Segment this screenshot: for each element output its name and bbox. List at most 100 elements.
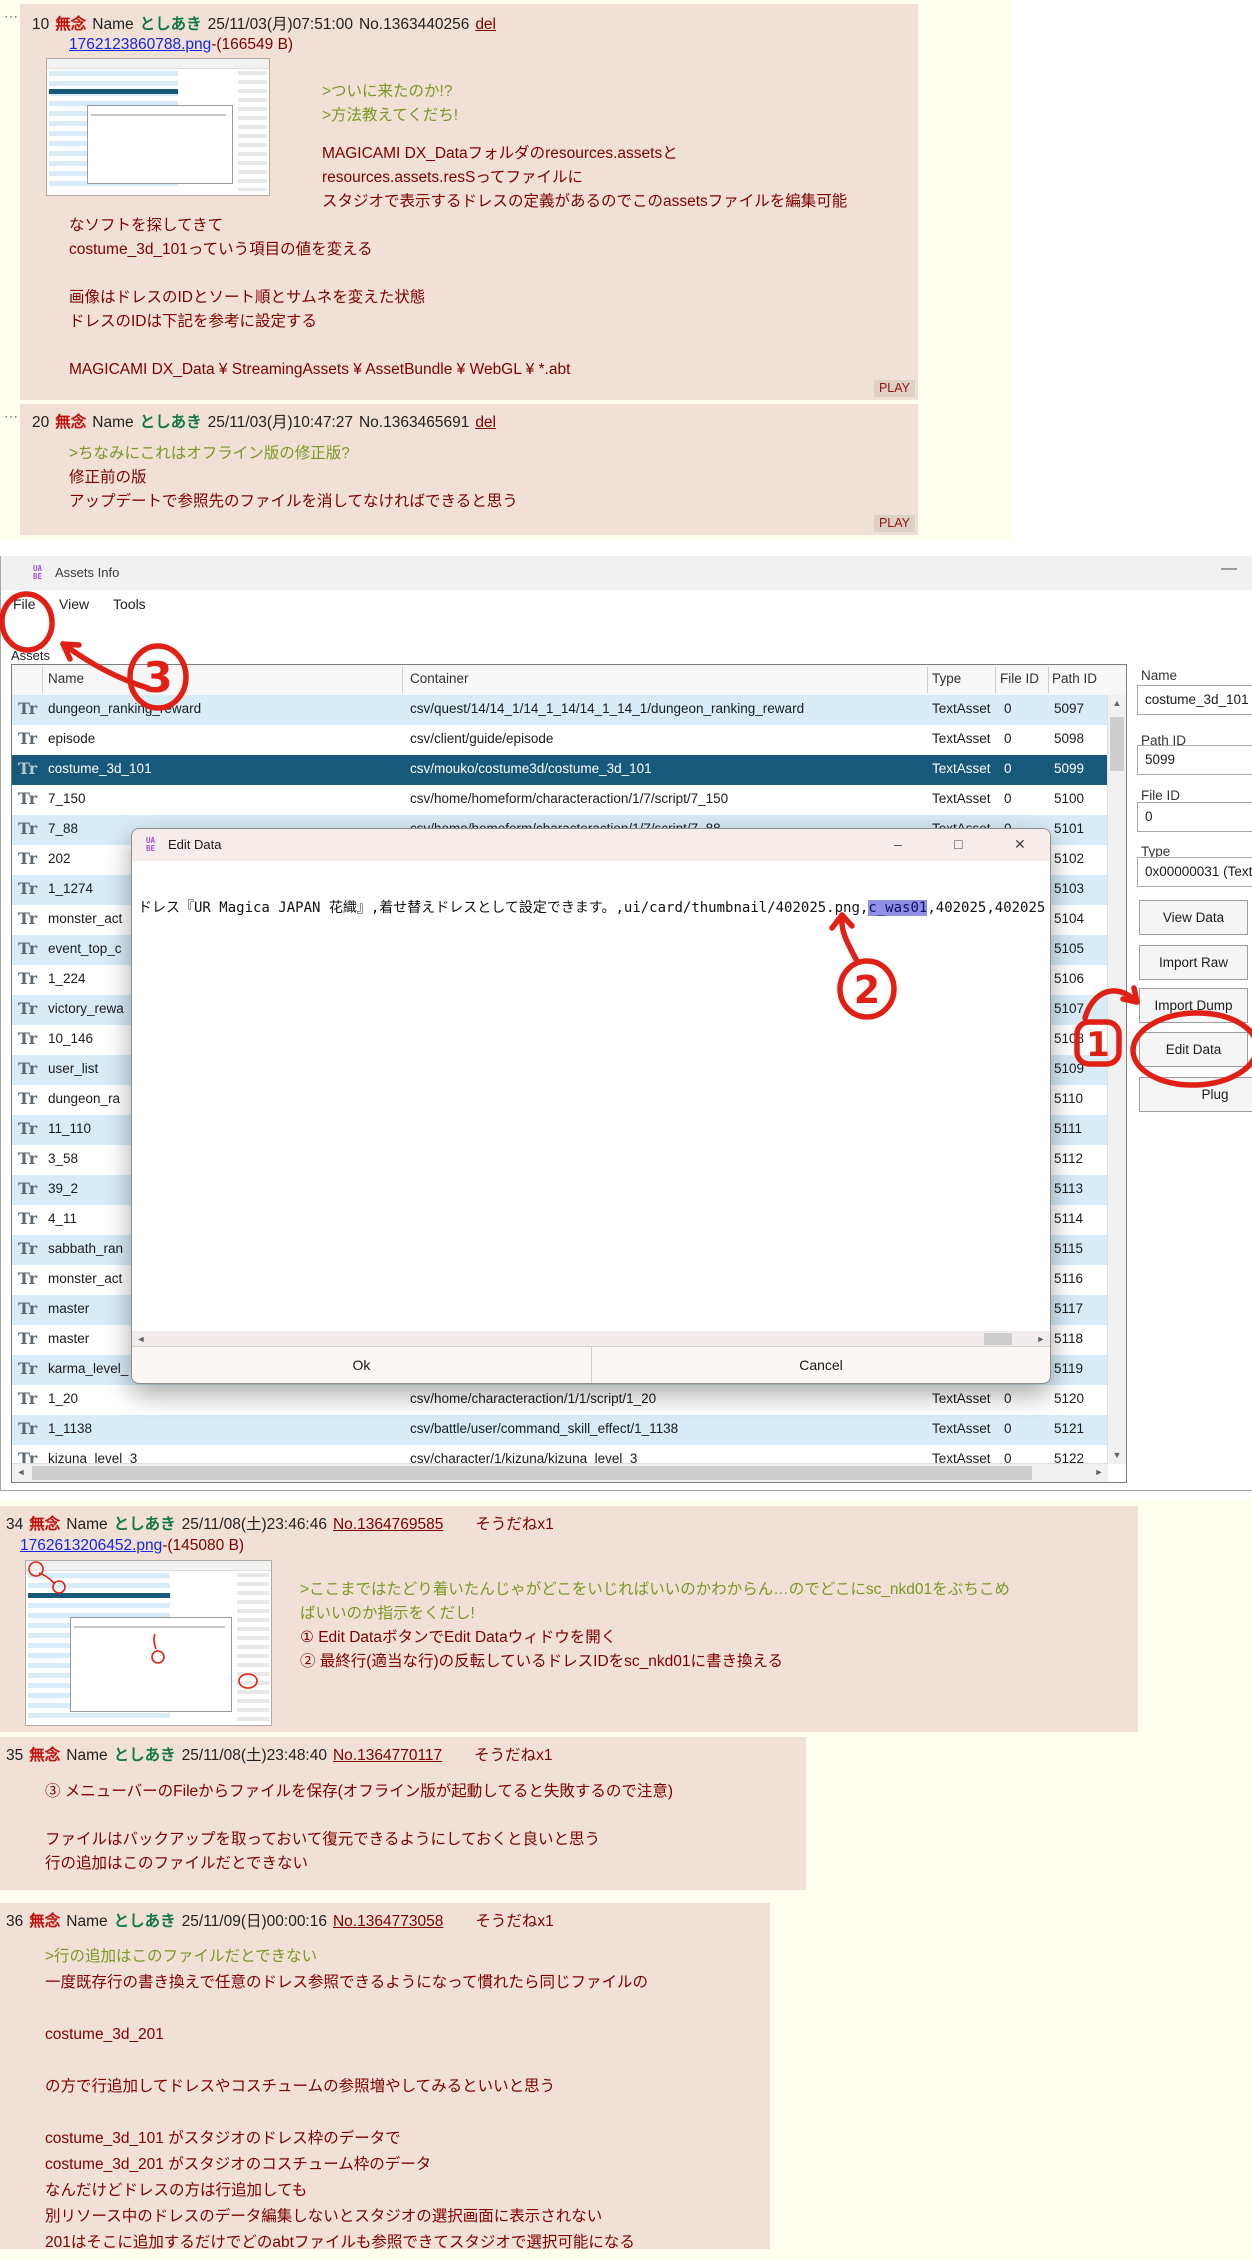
maximize-icon[interactable]: □ xyxy=(954,836,962,852)
scroll-right-icon[interactable]: ► xyxy=(1090,1464,1108,1481)
cell-file-id: 0 xyxy=(1004,1391,1012,1406)
cell-name: 39_2 xyxy=(48,1181,78,1196)
table-row[interactable]: Tr7_150csv/home/homeform/characteraction… xyxy=(12,785,1108,815)
post-10-quotes: >ついに来たのか!?>方法教えてくだち! xyxy=(322,80,458,128)
cell-type: TextAsset xyxy=(932,731,991,746)
text-line: ③ メニューバーのFileからファイルを保存(オフライン版が起動してると失敗する… xyxy=(45,1780,673,1804)
play-button[interactable]: PLAY xyxy=(874,380,915,397)
cell-file-id: 0 xyxy=(1004,1421,1012,1436)
field-name-value[interactable]: costume_3d_101 xyxy=(1137,685,1252,715)
window-titlebar[interactable]: UABE Assets Info — xyxy=(1,556,1252,590)
post-handle: としあき xyxy=(140,414,202,431)
post-menu-dots[interactable]: ⋯ xyxy=(4,8,18,25)
cancel-button[interactable]: Cancel xyxy=(592,1347,1050,1383)
close-icon[interactable]: ✕ xyxy=(1014,836,1026,853)
table-row[interactable]: Tr1_1138csv/battle/user/command_skill_ef… xyxy=(12,1415,1108,1445)
post-name-label: Name xyxy=(66,1747,107,1764)
post-nen: 無念 xyxy=(29,1516,60,1533)
field-pathid-value[interactable]: 5099 xyxy=(1137,745,1252,775)
cell-file-id: 0 xyxy=(1004,701,1012,716)
post-menu-dots[interactable]: ⋯ xyxy=(4,408,18,425)
textasset-icon: Tr xyxy=(18,1239,37,1258)
cell-container: csv/quest/14/14_1/14_1_14/14_1_14_1/dung… xyxy=(410,701,804,716)
quote-line: >ついに来たのか!? xyxy=(322,80,458,104)
scroll-left-icon[interactable]: ◄ xyxy=(132,1331,150,1347)
import-raw-button[interactable]: Import Raw xyxy=(1139,945,1248,980)
cell-container: csv/home/homeform/characteraction/1/7/sc… xyxy=(410,791,728,806)
scroll-up-icon[interactable]: ▲ xyxy=(1108,695,1126,712)
sodane-count[interactable]: そうだねx1 xyxy=(475,1516,553,1533)
play-button[interactable]: PLAY xyxy=(874,515,915,532)
table-row[interactable]: Trepisodecsv/client/guide/episodeTextAss… xyxy=(12,725,1108,755)
text-line: 201はそこに追加するだけでどのabtファイルも参照できてスタジオで選択可能にな… xyxy=(45,2230,648,2256)
cell-path-id: 5117 xyxy=(1054,1301,1083,1316)
column-type[interactable]: Type xyxy=(932,671,961,686)
column-file-id[interactable]: File ID xyxy=(1000,671,1039,686)
assets-table-header[interactable]: Name Container Type File ID Path ID xyxy=(12,665,1126,696)
file-link[interactable]: 1762123860788.png xyxy=(69,36,211,53)
table-horizontal-scrollbar[interactable]: ◄ ► xyxy=(12,1463,1108,1482)
menu-file[interactable]: File xyxy=(13,596,36,612)
minimize-icon[interactable]: – xyxy=(894,836,902,852)
sodane-count[interactable]: そうだねx1 xyxy=(475,1913,553,1930)
column-container[interactable]: Container xyxy=(410,671,469,686)
dialog-titlebar[interactable]: UABE Edit Data – □ ✕ xyxy=(132,829,1050,861)
post-date: 25/11/08(土)23:46:46 xyxy=(182,1516,327,1533)
scrollbar-thumb[interactable] xyxy=(32,1466,1032,1480)
scrollbar-thumb[interactable] xyxy=(984,1333,1012,1345)
file-size: -(166549 B) xyxy=(211,36,293,53)
cell-type: TextAsset xyxy=(932,791,991,806)
field-type-value[interactable]: 0x00000031 (Text xyxy=(1137,857,1252,887)
scroll-down-icon[interactable]: ▼ xyxy=(1108,1447,1126,1464)
cell-name: monster_act xyxy=(48,1271,122,1286)
scroll-right-icon[interactable]: ► xyxy=(1032,1331,1050,1347)
cell-name: dungeon_ranking_reward xyxy=(48,701,201,716)
post-36: 36無念Nameとしあき25/11/09(日)00:00:16No.136477… xyxy=(0,1903,770,2249)
cell-path-id: 5113 xyxy=(1054,1181,1083,1196)
cell-name: 3_58 xyxy=(48,1151,78,1166)
scroll-left-icon[interactable]: ◄ xyxy=(12,1464,30,1481)
textasset-icon: Tr xyxy=(18,909,37,928)
table-row[interactable]: Trcostume_3d_101csv/mouko/costume3d/cost… xyxy=(12,755,1108,785)
cell-path-id: 5103 xyxy=(1054,881,1084,896)
minimize-icon[interactable]: — xyxy=(1221,560,1237,578)
post-header: 35無念Nameとしあき25/11/08(土)23:48:40No.136477… xyxy=(6,1743,559,1765)
file-link[interactable]: 1762613206452.png xyxy=(20,1537,162,1554)
ok-button[interactable]: Ok xyxy=(132,1347,592,1383)
table-row[interactable]: Tr1_20csv/home/characteraction/1/1/scrip… xyxy=(12,1385,1108,1415)
post-no-link[interactable]: No.1364769585 xyxy=(333,1516,443,1533)
import-dump-button[interactable]: Import Dump xyxy=(1139,988,1248,1023)
cell-path-id: 5111 xyxy=(1054,1121,1082,1136)
table-vertical-scrollbar[interactable]: ▲ ▼ xyxy=(1107,695,1126,1464)
column-name[interactable]: Name xyxy=(48,671,84,686)
edit-data-button[interactable]: Edit Data xyxy=(1139,1032,1248,1067)
textasset-icon: Tr xyxy=(18,699,37,718)
cell-name: sabbath_ran xyxy=(48,1241,123,1256)
table-row[interactable]: Tr dungeon_ranking_reward csv/quest/14/14_… xyxy=(12,695,1108,725)
post-no-link[interactable]: No.1364770117 xyxy=(333,1747,442,1764)
post-thumbnail-image[interactable] xyxy=(46,58,270,196)
del-link[interactable]: del xyxy=(475,16,496,33)
menu-tools[interactable]: Tools xyxy=(113,596,146,612)
post-thumbnail-image[interactable] xyxy=(25,1560,272,1726)
cell-type: TextAsset xyxy=(932,1391,991,1406)
column-path-id[interactable]: Path ID xyxy=(1052,671,1097,686)
post-no-link[interactable]: No.1364773058 xyxy=(333,1913,443,1930)
field-fileid-value[interactable]: 0 xyxy=(1137,802,1252,832)
post-36-body: >行の追加はこのファイルだとできない一度既存行の書き換えで任意のドレス参照できる… xyxy=(45,1944,648,2256)
menu-view[interactable]: View xyxy=(59,596,89,612)
cell-path-id: 5116 xyxy=(1054,1271,1083,1286)
text-line: 別リソース中のドレスのデータ編集しないとスタジオの選択画面に表示されない xyxy=(45,2204,648,2230)
dialog-horizontal-scrollbar[interactable]: ◄ ► xyxy=(132,1331,1050,1347)
quote-line: >方法教えてくだち! xyxy=(322,104,458,128)
dialog-csv-text[interactable]: ドレス『UR Magica JAPAN 花織』,着せ替えドレスとして設定できます… xyxy=(138,897,1046,917)
view-data-button[interactable]: View Data xyxy=(1139,900,1248,935)
post-date: 25/11/03(月)10:47:27 xyxy=(208,414,353,431)
table-row[interactable]: Trkizuna_level_3csv/character/1/kizuna/k… xyxy=(12,1445,1108,1464)
plugins-button[interactable]: Plug xyxy=(1139,1077,1252,1112)
scrollbar-thumb[interactable] xyxy=(1110,717,1124,771)
cell-container: csv/mouko/costume3d/costume_3d_101 xyxy=(410,761,652,776)
sodane-count[interactable]: そうだねx1 xyxy=(474,1747,552,1764)
del-link[interactable]: del xyxy=(475,414,496,431)
file-size: -(145080 B) xyxy=(162,1537,244,1554)
